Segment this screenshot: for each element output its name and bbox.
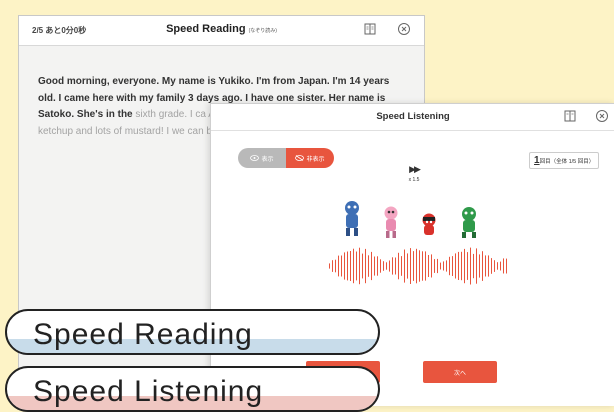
eye-icon	[250, 155, 260, 161]
fast-forward-icon: ▶▶	[409, 164, 421, 174]
waveform-bar	[482, 251, 483, 281]
waveform-bar	[392, 257, 393, 275]
audio-waveform	[329, 247, 507, 285]
waveform-bar	[413, 251, 414, 281]
waveform-bar	[479, 254, 480, 278]
pink-character-image	[384, 206, 398, 238]
waveform-bar	[365, 248, 366, 284]
waveform-bar	[389, 260, 390, 272]
speed-listening-label: Speed Listening	[5, 366, 380, 412]
waveform-bar	[401, 256, 402, 276]
waveform-bar	[395, 257, 396, 275]
book-icon[interactable]	[363, 22, 377, 36]
waveform-bar	[437, 258, 438, 274]
next-button[interactable]: 次へ	[423, 361, 497, 383]
waveform-bar	[353, 248, 354, 284]
green-character-image	[462, 207, 476, 238]
waveform-bar	[416, 248, 417, 284]
waveform-bar	[338, 255, 339, 277]
waveform-bar	[476, 248, 477, 284]
speed-listening-label-text: Speed Listening	[33, 375, 264, 408]
waveform-bar	[344, 252, 345, 280]
listening-title: Speed Listening	[376, 111, 450, 122]
waveform-bar	[506, 258, 507, 274]
round-text: 回目（全体 1/5 回目）	[539, 159, 595, 165]
waveform-bar	[371, 251, 372, 281]
waveform-bar	[347, 251, 348, 281]
text-visibility-toggle[interactable]: 表示 非表示	[238, 148, 334, 168]
waveform-bar	[356, 251, 357, 281]
eye-off-icon	[295, 155, 305, 161]
waveform-bar	[332, 260, 333, 272]
reading-title-text: Speed Reading	[166, 23, 246, 35]
waveform-bar	[329, 263, 330, 269]
waveform-bar	[431, 254, 432, 278]
waveform-bar	[461, 251, 462, 281]
waveform-bar	[404, 249, 405, 283]
close-icon[interactable]	[397, 22, 411, 36]
waveform-bar	[446, 260, 447, 272]
toggle-show-label: 表示	[261, 156, 274, 163]
waveform-bar	[374, 256, 375, 276]
blue-character-image	[345, 201, 359, 236]
red-character-image	[422, 213, 436, 235]
waveform-bar	[419, 250, 420, 282]
waveform-bar	[443, 261, 444, 271]
waveform-bar	[467, 252, 468, 280]
speed-reading-label-text: Speed Reading	[33, 318, 253, 351]
waveform-bar	[386, 262, 387, 270]
waveform-bar	[422, 251, 423, 281]
waveform-bar	[380, 259, 381, 273]
toggle-show[interactable]: 表示	[238, 148, 286, 168]
waveform-bar	[383, 261, 384, 271]
reading-header: 2/5 あと0分0秒 Speed Reading (なぞり読み)	[19, 16, 424, 46]
waveform-bar	[464, 248, 465, 284]
waveform-bar	[503, 258, 504, 274]
waveform-bar	[485, 255, 486, 277]
speed-rate: x 1.5	[408, 177, 420, 183]
waveform-bar	[488, 255, 489, 277]
waveform-bar	[455, 253, 456, 279]
waveform-bar	[368, 255, 369, 277]
waveform-bar	[341, 255, 342, 277]
book-icon[interactable]	[563, 109, 577, 123]
round-counter: 1回目（全体 1/5 回目）	[529, 152, 600, 169]
toggle-hide[interactable]: 非表示	[286, 148, 334, 168]
waveform-bar	[359, 247, 360, 285]
reading-title-ruby: (なぞり読み)	[248, 28, 277, 34]
waveform-bar	[362, 253, 363, 279]
playback-speed[interactable]: ▶▶ x 1.5	[407, 164, 421, 183]
waveform-bar	[452, 256, 453, 276]
waveform-bar	[434, 259, 435, 273]
speed-reading-label: Speed Reading	[5, 309, 380, 355]
waveform-bar	[335, 259, 336, 273]
waveform-bar	[497, 262, 498, 270]
waveform-bar	[410, 248, 411, 284]
waveform-bar	[440, 262, 441, 270]
waveform-bar	[377, 256, 378, 276]
character-illustrations	[345, 201, 476, 238]
waveform-bar	[500, 261, 501, 271]
waveform-bar	[449, 256, 450, 276]
waveform-bar	[407, 253, 408, 279]
waveform-bar	[491, 258, 492, 274]
close-icon[interactable]	[595, 109, 609, 123]
waveform-bar	[428, 255, 429, 277]
speed-listening-window: Speed Listening 表示 非表示 ▶▶ x 1.5 1回目（全体 1…	[210, 103, 614, 406]
waveform-bar	[473, 253, 474, 279]
waveform-bar	[398, 252, 399, 280]
waveform-bar	[494, 260, 495, 272]
waveform-bar	[425, 251, 426, 281]
waveform-bar	[350, 251, 351, 281]
toggle-hide-label: 非表示	[306, 156, 325, 163]
waveform-bar	[458, 251, 459, 280]
listening-header: Speed Listening	[211, 104, 614, 131]
waveform-bar	[470, 247, 471, 285]
